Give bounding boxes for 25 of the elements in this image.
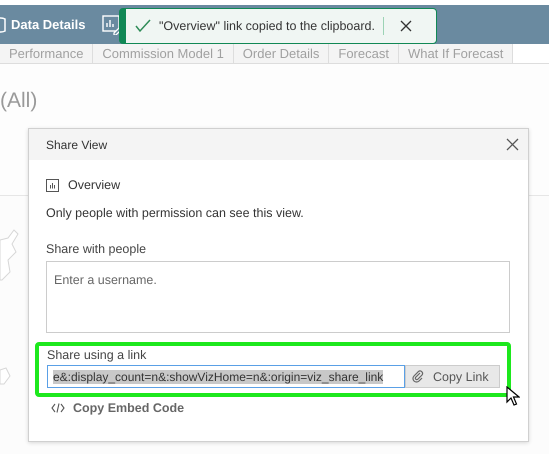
close-icon[interactable]: [506, 138, 519, 151]
permission-note: Only people with permission can see this view.: [46, 206, 305, 220]
view-name: Overview: [68, 178, 120, 192]
filter-value: (All): [0, 88, 38, 113]
field-label: Share with people: [46, 242, 148, 256]
paperclip-icon: [412, 370, 425, 383]
copy-link-button[interactable]: Copy Link: [405, 365, 500, 388]
chart-icon: [46, 178, 59, 192]
sheet-tab[interactable]: Performance: [0, 44, 94, 63]
sheet-tab[interactable]: Commission Model 1: [93, 44, 234, 63]
username-field[interactable]: Enter a username.: [46, 261, 510, 333]
sheet-tab[interactable]: Order Details: [234, 44, 330, 63]
sheet-tab[interactable]: What If Forecast: [398, 44, 514, 63]
mouse-cursor-icon: [506, 386, 520, 406]
copy-embed-link[interactable]: Copy Embed Code: [51, 401, 511, 415]
check-icon: [135, 19, 151, 33]
embed-link-text[interactable]: Copy Embed Code: [73, 401, 184, 415]
link-field[interactable]: e&:display_count=n&:showVizHome=n&:origin=viz_share_link: [47, 365, 405, 388]
toast-message: "Overview" link copied to the clipboard.: [159, 19, 375, 33]
dialog-title: Share View: [46, 138, 108, 152]
close-icon[interactable]: [400, 20, 412, 32]
toolbar-title[interactable]: Data Details: [11, 17, 86, 32]
code-icon: [51, 403, 65, 413]
sheet-tab[interactable]: Forecast: [329, 44, 399, 63]
field-label: Share using a link: [47, 348, 148, 362]
